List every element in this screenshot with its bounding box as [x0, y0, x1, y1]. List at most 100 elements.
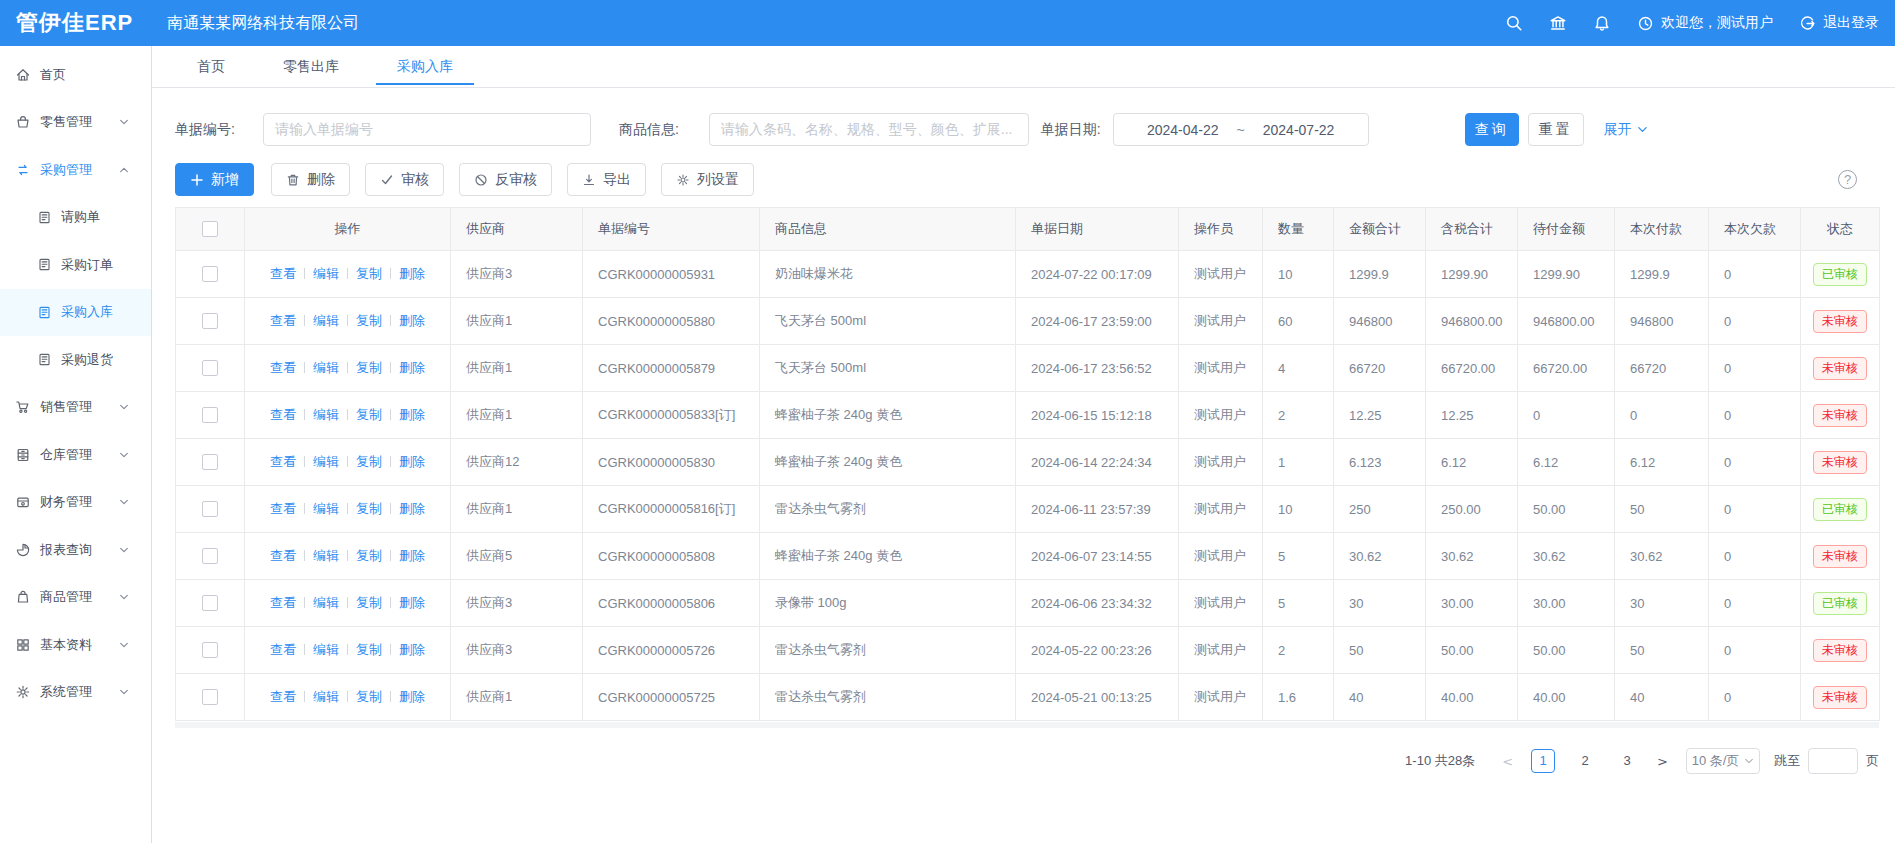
action-link-编辑[interactable]: 编辑: [313, 313, 339, 328]
action-link-编辑[interactable]: 编辑: [313, 407, 339, 422]
action-link-删除[interactable]: 删除: [399, 501, 425, 516]
help-icon[interactable]: ?: [1838, 170, 1857, 189]
sidebar-item-采购入库[interactable]: 采购入库: [0, 289, 151, 337]
sidebar-item-仓库管理[interactable]: 仓库管理: [0, 431, 151, 479]
action-link-查看[interactable]: 查看: [270, 642, 296, 657]
row-checkbox[interactable]: [202, 642, 218, 658]
action-link-删除[interactable]: 删除: [399, 266, 425, 281]
action-link-编辑[interactable]: 编辑: [313, 501, 339, 516]
sidebar-item-采购管理[interactable]: 采购管理: [0, 146, 151, 194]
action-link-复制[interactable]: 复制: [356, 454, 382, 469]
row-checkbox[interactable]: [202, 689, 218, 705]
audit-button[interactable]: 审核: [365, 163, 444, 196]
tab-零售出库[interactable]: 零售出库: [262, 46, 360, 87]
row-checkbox[interactable]: [202, 454, 218, 470]
action-link-查看[interactable]: 查看: [270, 266, 296, 281]
search-icon[interactable]: [1505, 14, 1523, 32]
bank-icon[interactable]: [1549, 14, 1567, 32]
date-range-input[interactable]: 2024-04-22 ~ 2024-07-22: [1113, 113, 1369, 146]
product-info-input[interactable]: 请输入条码、名称、规格、型号、颜色、扩展...: [709, 113, 1029, 146]
action-link-查看[interactable]: 查看: [270, 501, 296, 516]
sidebar-item-首页[interactable]: 首页: [0, 51, 151, 99]
action-link-删除[interactable]: 删除: [399, 595, 425, 610]
sidebar-item-零售管理[interactable]: 零售管理: [0, 99, 151, 147]
action-link-删除[interactable]: 删除: [399, 360, 425, 375]
reset-button[interactable]: 重置: [1528, 113, 1584, 146]
select-all-checkbox[interactable]: [202, 221, 218, 237]
order-no-input[interactable]: 请输入单据编号: [263, 113, 591, 146]
row-checkbox[interactable]: [202, 548, 218, 564]
unaudit-button[interactable]: 反审核: [459, 163, 552, 196]
sidebar-item-采购订单[interactable]: 采购订单: [0, 241, 151, 289]
action-link-复制[interactable]: 复制: [356, 548, 382, 563]
add-button[interactable]: 新增: [175, 163, 254, 196]
tab-采购入库[interactable]: 采购入库: [376, 46, 474, 87]
row-checkbox[interactable]: [202, 360, 218, 376]
bell-icon[interactable]: [1593, 14, 1611, 32]
action-link-编辑[interactable]: 编辑: [313, 266, 339, 281]
column-settings-button[interactable]: 列设置: [661, 163, 754, 196]
action-link-查看[interactable]: 查看: [270, 595, 296, 610]
page-size-select[interactable]: 10 条/页: [1686, 748, 1760, 774]
row-checkbox[interactable]: [202, 501, 218, 517]
action-link-删除[interactable]: 删除: [399, 454, 425, 469]
export-button[interactable]: 导出: [567, 163, 646, 196]
date-cell: 2024-06-06 23:34:32: [1016, 580, 1179, 627]
sidebar-item-报表查询[interactable]: 报表查询: [0, 526, 151, 574]
page-number-1[interactable]: 1: [1531, 749, 1555, 773]
action-link-复制[interactable]: 复制: [356, 689, 382, 704]
action-link-查看[interactable]: 查看: [270, 548, 296, 563]
action-link-查看[interactable]: 查看: [270, 454, 296, 469]
sidebar-item-采购退货[interactable]: 采购退货: [0, 336, 151, 384]
action-link-删除[interactable]: 删除: [399, 548, 425, 563]
delete-button[interactable]: 删除: [271, 163, 350, 196]
action-link-编辑[interactable]: 编辑: [313, 360, 339, 375]
jump-page-input[interactable]: [1808, 748, 1858, 774]
action-link-复制[interactable]: 复制: [356, 595, 382, 610]
sidebar-item-商品管理[interactable]: 商品管理: [0, 574, 151, 622]
horizontal-scrollbar[interactable]: [175, 722, 1879, 728]
action-link-复制[interactable]: 复制: [356, 642, 382, 657]
expand-link[interactable]: 展开: [1604, 121, 1648, 139]
sidebar-item-请购单[interactable]: 请购单: [0, 194, 151, 242]
sidebar-item-财务管理[interactable]: 财务管理: [0, 479, 151, 527]
row-select-cell: [176, 251, 245, 298]
sidebar-item-销售管理[interactable]: 销售管理: [0, 384, 151, 432]
row-checkbox[interactable]: [202, 407, 218, 423]
action-link-复制[interactable]: 复制: [356, 313, 382, 328]
row-checkbox[interactable]: [202, 266, 218, 282]
action-link-查看[interactable]: 查看: [270, 313, 296, 328]
action-link-编辑[interactable]: 编辑: [313, 595, 339, 610]
product-cell: 飞天茅台 500ml: [760, 345, 1016, 392]
logout-button[interactable]: 退出登录: [1799, 14, 1879, 32]
action-link-查看[interactable]: 查看: [270, 407, 296, 422]
action-link-复制[interactable]: 复制: [356, 407, 382, 422]
next-page-button[interactable]: >: [1657, 754, 1668, 769]
column-header: 单据日期: [1016, 208, 1179, 251]
page-number-2[interactable]: 2: [1573, 750, 1597, 774]
action-link-删除[interactable]: 删除: [399, 642, 425, 657]
action-link-删除[interactable]: 删除: [399, 407, 425, 422]
sidebar-item-系统管理[interactable]: 系统管理: [0, 669, 151, 717]
welcome-user[interactable]: 欢迎您，测试用户: [1637, 14, 1773, 32]
action-link-删除[interactable]: 删除: [399, 313, 425, 328]
action-link-复制[interactable]: 复制: [356, 266, 382, 281]
action-link-复制[interactable]: 复制: [356, 360, 382, 375]
action-link-编辑[interactable]: 编辑: [313, 642, 339, 657]
action-link-删除[interactable]: 删除: [399, 689, 425, 704]
action-link-复制[interactable]: 复制: [356, 501, 382, 516]
action-link-编辑[interactable]: 编辑: [313, 689, 339, 704]
row-checkbox[interactable]: [202, 313, 218, 329]
action-link-编辑[interactable]: 编辑: [313, 454, 339, 469]
search-button[interactable]: 查询: [1465, 113, 1519, 146]
sidebar-item-基本资料[interactable]: 基本资料: [0, 621, 151, 669]
action-link-编辑[interactable]: 编辑: [313, 548, 339, 563]
prev-page-button[interactable]: <: [1502, 754, 1513, 769]
action-link-查看[interactable]: 查看: [270, 360, 296, 375]
tab-首页[interactable]: 首页: [176, 46, 246, 87]
row-checkbox[interactable]: [202, 595, 218, 611]
date-to[interactable]: 2024-07-22: [1263, 122, 1335, 138]
page-number-3[interactable]: 3: [1615, 750, 1639, 774]
action-link-查看[interactable]: 查看: [270, 689, 296, 704]
date-from[interactable]: 2024-04-22: [1147, 122, 1219, 138]
